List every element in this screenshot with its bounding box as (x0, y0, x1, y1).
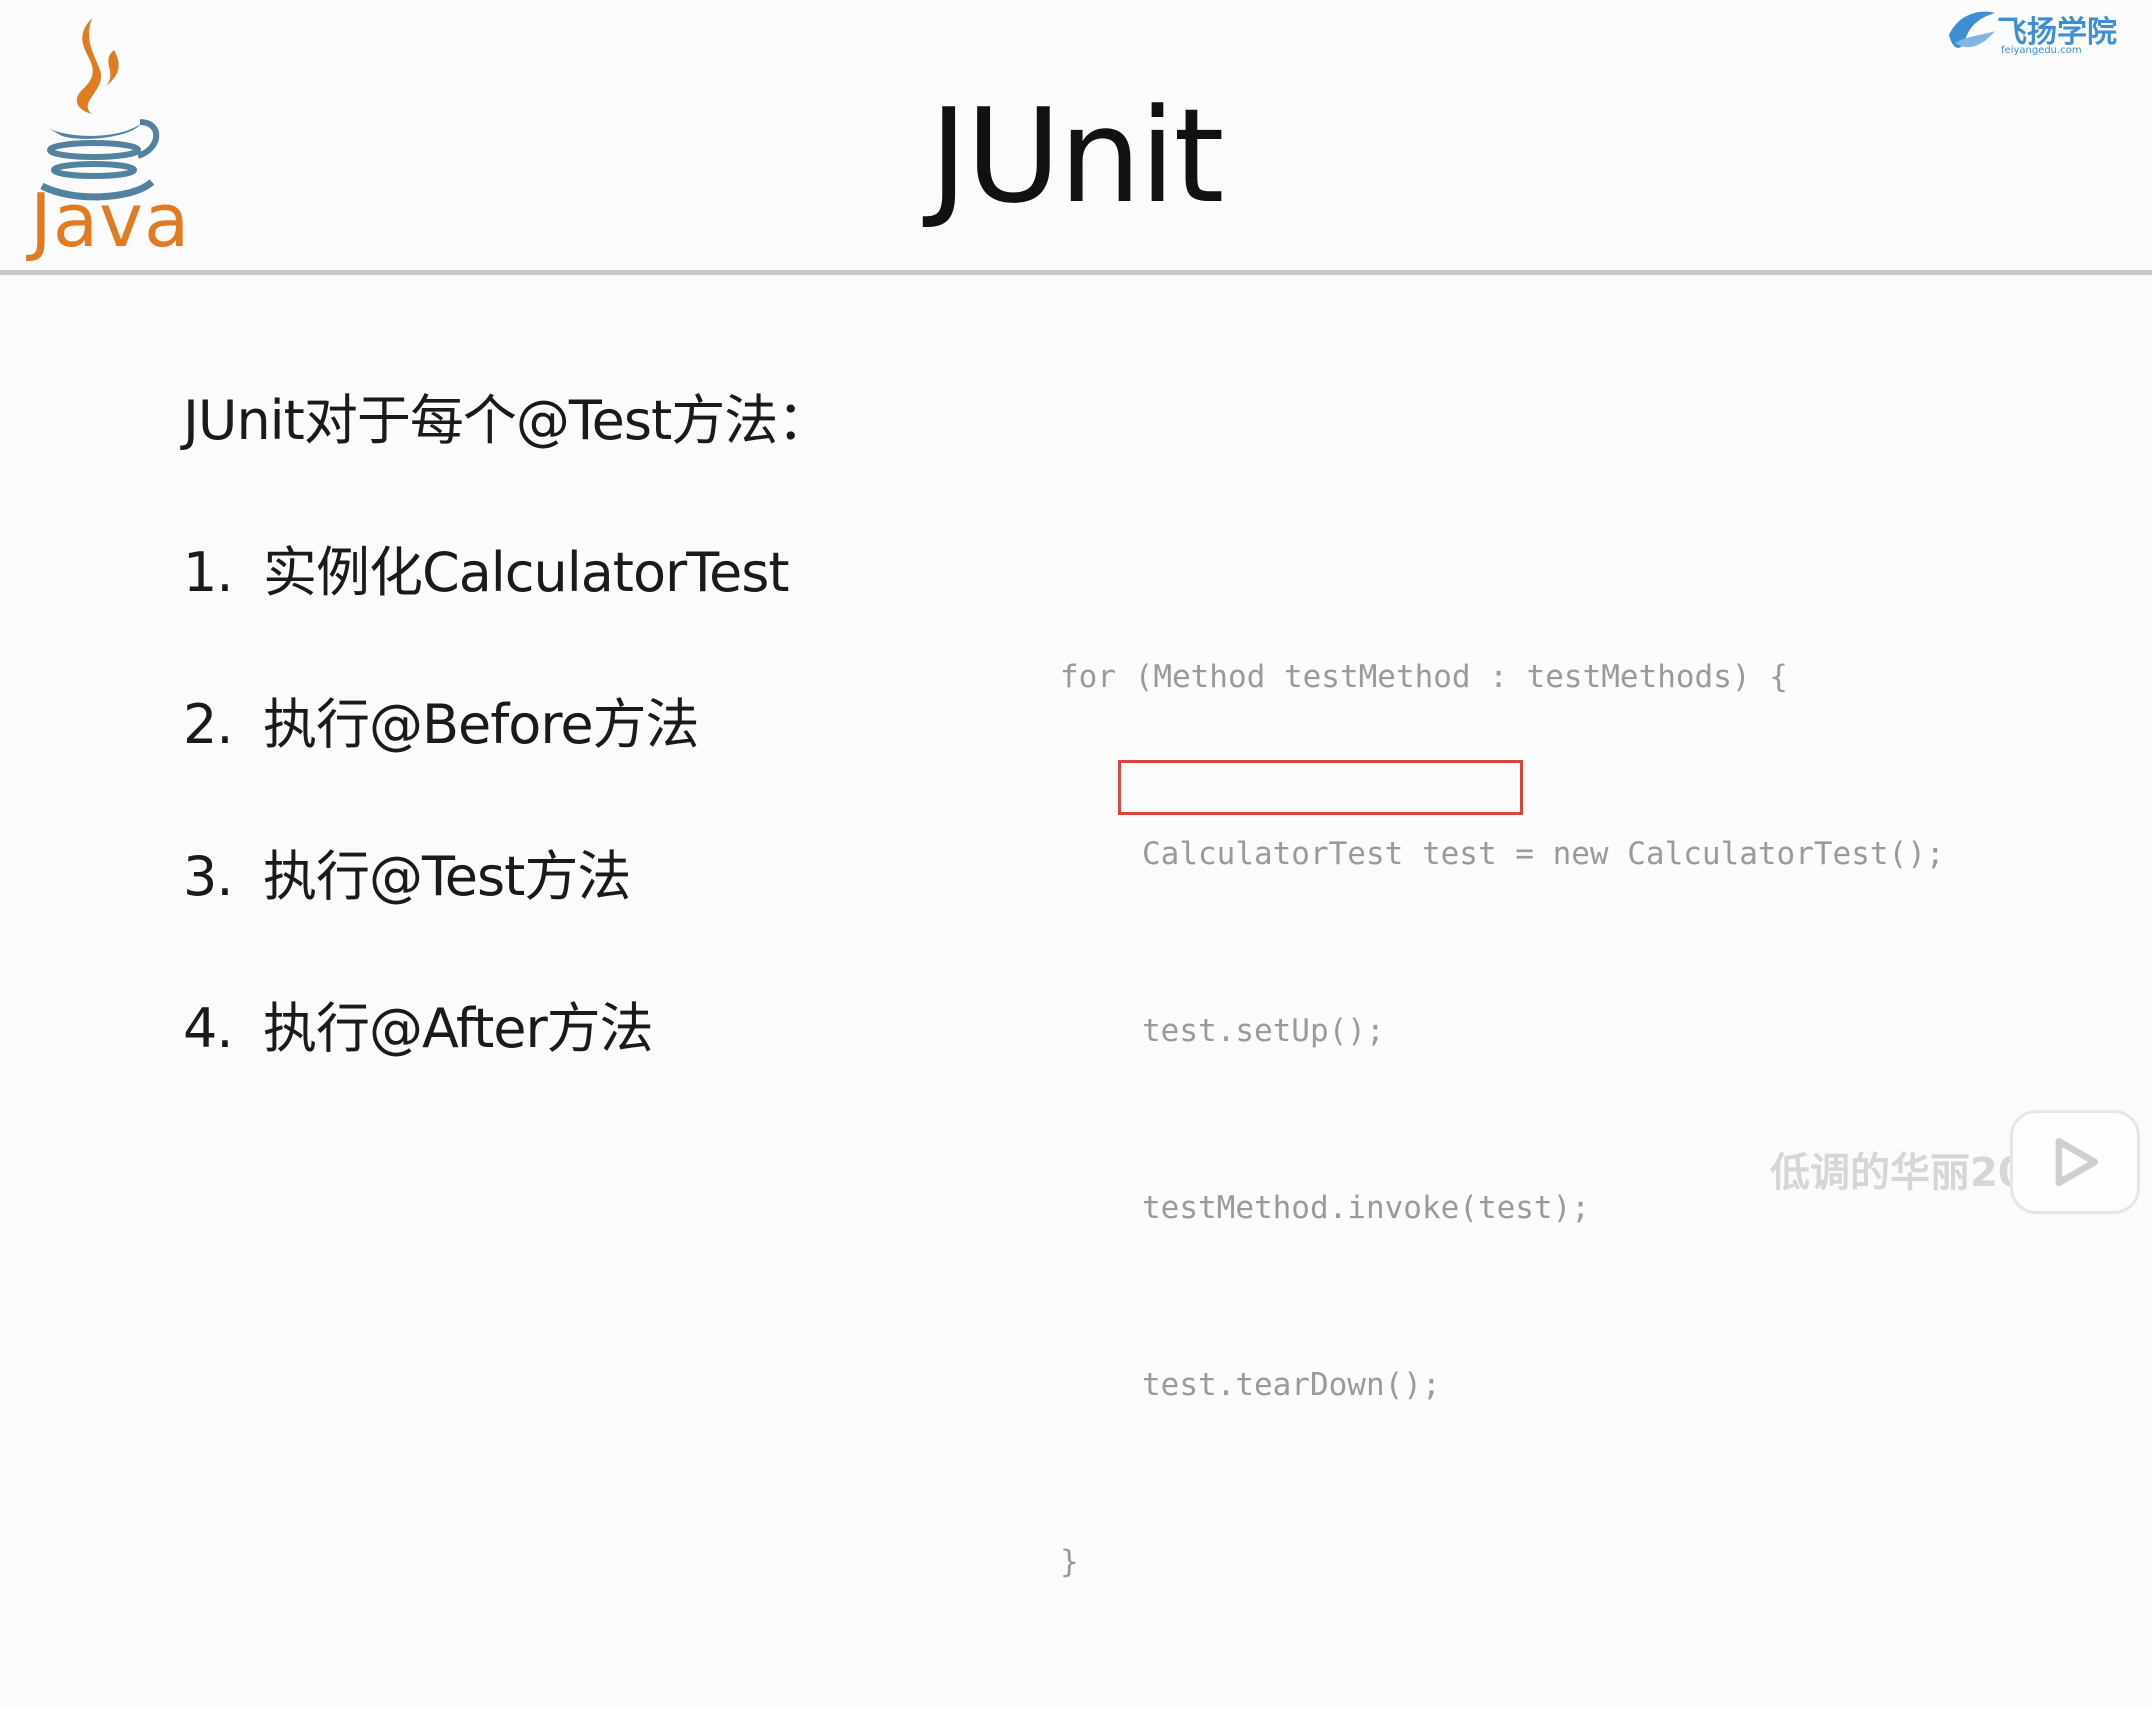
play-icon (2055, 1137, 2099, 1187)
slide: Java 飞扬学院 feiyangedu.com JUnit JUnit对于每个… (0, 0, 2152, 1580)
step-text: 执行@Before方法 (263, 693, 700, 756)
step-number: 1. (183, 541, 234, 604)
step-number: 4. (183, 997, 234, 1060)
brand-url: feiyangedu.com (2001, 45, 2082, 56)
brand-logo: 飞扬学院 feiyangedu.com (1945, 5, 2120, 65)
play-button[interactable] (2010, 1110, 2140, 1214)
step-item: 4. 执行@After方法 (183, 984, 654, 1063)
step-item: 1. 实例化CalculatorTest (183, 528, 790, 607)
code-line: test.setUp(); (1142, 1013, 1385, 1049)
step-item: 3. 执行@Test方法 (183, 832, 631, 911)
code-line: } (1060, 1544, 1079, 1580)
slide-title: JUnit (929, 80, 1225, 232)
code-block: for (Method testMethod : testMethods) { … (1060, 530, 1945, 1710)
code-line: CalculatorTest test = new CalculatorTest… (1142, 836, 1945, 872)
step-item: 2. 执行@Before方法 (183, 680, 700, 759)
step-text: 执行@Test方法 (263, 845, 631, 908)
bird-icon (1949, 11, 1995, 48)
step-number: 3. (183, 845, 234, 908)
step-number: 2. (183, 693, 234, 756)
title-divider (0, 270, 2152, 275)
highlight-box (1118, 760, 1523, 815)
step-text: 执行@After方法 (263, 997, 654, 1060)
code-line: for (Method testMethod : testMethods) { (1060, 659, 1788, 695)
step-text: 实例化CalculatorTest (263, 541, 790, 604)
code-line-highlighted: test.tearDown(); (1142, 1367, 1441, 1403)
intro-text: JUnit对于每个@Test方法： (183, 389, 831, 452)
